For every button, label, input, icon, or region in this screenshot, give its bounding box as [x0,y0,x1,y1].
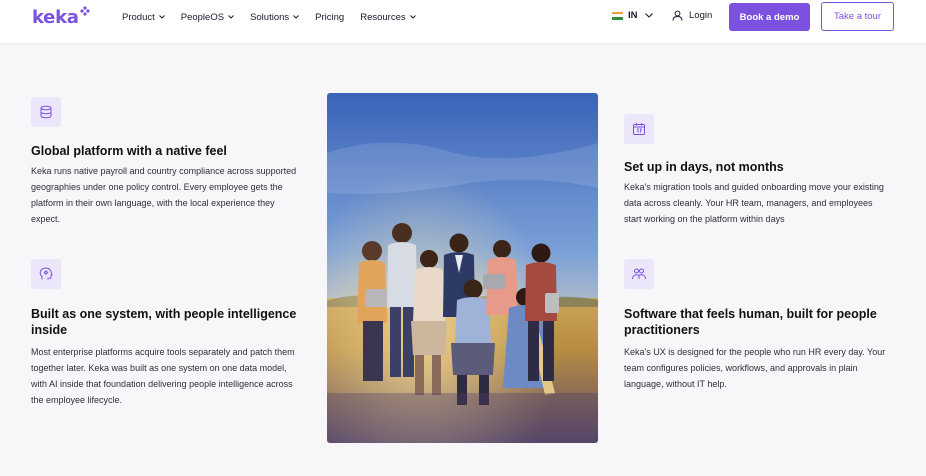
feature-icon-box [31,259,61,289]
login-link[interactable]: Login [672,10,712,21]
team-photo-illustration [327,93,598,443]
main-nav: Product PeopleOS Solutions Pricing Resou… [122,10,432,24]
nav-resources-label: Resources [360,11,406,23]
locale-selector[interactable]: IN [612,10,653,21]
site-header: keka Product PeopleOS Solutions Pricing … [0,0,926,43]
feature-title: Built as one system, with people intelli… [31,307,297,337]
nav-solutions[interactable]: Solutions [250,10,300,24]
feature-body: Keka's migration tools and guided onboar… [624,182,884,224]
database-icon [40,105,52,119]
people-group-icon [632,268,646,280]
book-demo-button[interactable]: Book a demo [729,3,810,31]
nav-peopleos[interactable]: PeopleOS [181,10,234,24]
chevron-down-icon [158,15,165,19]
nav-pricing[interactable]: Pricing [315,10,344,24]
feature-icon-box [624,259,654,289]
nav-peopleos-label: PeopleOS [180,11,225,23]
login-label: Login [689,10,713,21]
logo-sparkle-icon [80,6,90,16]
user-icon [672,10,683,21]
team-photo [327,93,598,443]
take-tour-button[interactable]: Take a tour [821,2,894,31]
feature-icon-box [624,114,654,144]
chevron-down-icon [644,13,653,18]
nav-resources[interactable]: Resources [360,10,416,24]
feature-title: Set up in days, not months [624,160,784,174]
keka-logo[interactable]: keka [32,6,90,28]
logo-text: keka [32,7,79,28]
feature-icon-box [31,97,61,127]
calendar-icon [633,123,645,135]
feature-body: Keka runs native payroll and country com… [31,166,297,224]
nav-pricing-label: Pricing [315,11,345,23]
brain-head-icon [39,267,53,280]
feature-body: Keka's UX is designed for the people who… [624,347,886,389]
india-flag-icon [612,11,623,20]
chevron-down-icon [409,15,416,19]
nav-solutions-label: Solutions [250,11,290,23]
chevron-down-icon [293,15,300,19]
chevron-down-icon [228,15,234,19]
nav-product[interactable]: Product [122,10,165,24]
locale-label: IN [628,10,638,21]
feature-title: Global platform with a native feel [31,144,227,158]
nav-product-label: Product [122,11,155,23]
feature-body: Most enterprise platforms acquire tools … [31,347,295,405]
feature-title: Software that feels human, built for peo… [624,307,877,337]
